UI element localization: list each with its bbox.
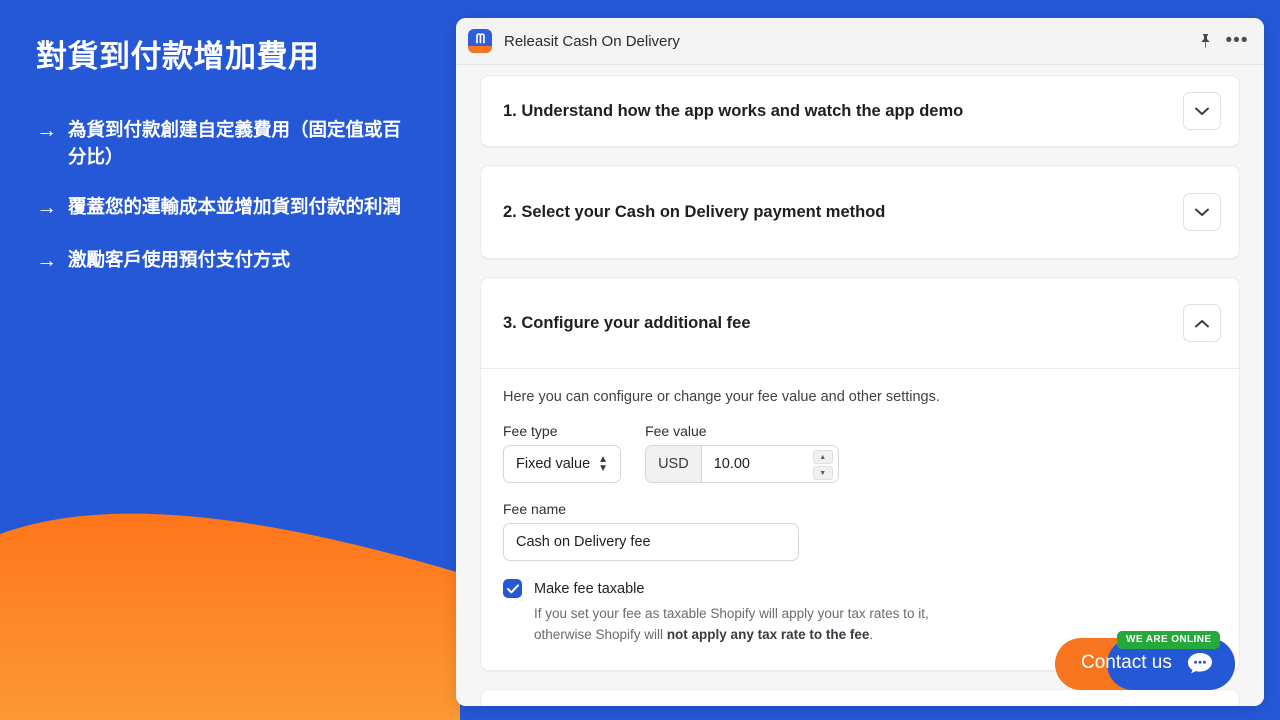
chat-online-badge: WE ARE ONLINE [1117,631,1221,649]
promo-title: 對貨到付款增加費用 [36,39,320,74]
accordion-section-2: 2. Select your Cash on Delivery payment … [480,165,1240,259]
accordion-header-1[interactable]: 1. Understand how the app works and watc… [481,76,1239,146]
accordion-section-3: 3. Configure your additional fee Here yo… [480,277,1240,671]
currency-prefix: USD [645,445,701,483]
chevron-up-glyph [1195,319,1209,327]
app-titlebar: ᗰ Releasit Cash On Delivery ••• [456,18,1264,65]
accordion-header-3[interactable]: 3. Configure your additional fee [481,278,1239,368]
promo-panel: 對貨到付款增加費用 → 為貨到付款創建自定義費用（固定值或百分比） → 覆蓋您的… [0,0,460,720]
promo-bullet-label: 為貨到付款創建自定義費用（固定值或百分比） [68,118,402,167]
releasit-app-icon: ᗰ [468,29,492,53]
accordion-section-4: 4. Contact us to update your Shopify not… [480,688,1240,706]
app-window: ᗰ Releasit Cash On Delivery ••• 1. Under… [456,18,1264,706]
promo-bullet-label: 覆蓋您的運輸成本並增加貨到付款的利潤 [68,196,402,218]
chevron-up-icon[interactable] [1183,304,1221,342]
arrow-right-icon: → [36,118,57,142]
arrow-right-icon: → [36,248,57,272]
fee-type-field: Fee type Fixed value ▲ ▼ [503,423,622,483]
promo-bullet: → 為貨到付款創建自定義費用（固定值或百分比） [36,117,430,171]
taxable-help-text: If you set your fee as taxable Shopify w… [534,604,964,646]
fee-value-input[interactable]: 10.00 ▲ ▼ [700,445,839,483]
check-icon [506,583,519,593]
fee-name-field: Fee name Cash on Delivery fee [503,501,1217,561]
accordion-section-1: 1. Understand how the app works and watc… [480,75,1240,147]
select-chevron-icon: ▲ ▼ [598,454,609,474]
fee-intro-text: Here you can configure or change your fe… [503,389,940,405]
accordion-header-2[interactable]: 2. Select your Cash on Delivery payment … [481,166,1239,258]
more-options-icon[interactable]: ••• [1224,28,1250,54]
arrow-right-icon: → [36,196,57,220]
promo-bullet: → 覆蓋您的運輸成本並增加貨到付款的利潤 [36,194,430,222]
taxable-help-bold: not apply any tax rate to the fee [666,626,870,642]
fee-type-select[interactable]: Fixed value ▲ ▼ [503,445,622,483]
fee-value-label: Fee value [645,423,707,439]
app-title: Releasit Cash On Delivery [504,32,680,50]
fee-name-input[interactable]: Cash on Delivery fee [503,523,799,561]
taxable-checkbox[interactable] [503,579,522,598]
promo-bullet: → 激勵客戶使用預付支付方式 [36,247,430,275]
fee-value-field: Fee value USD 10.00 ▲ ▼ [645,423,839,483]
stepper-down-button[interactable]: ▼ [812,466,833,480]
pin-glyph [1201,34,1209,49]
fee-config-body: Here you can configure or change your fe… [481,369,1239,670]
stepper-up-button[interactable]: ▲ [812,450,833,464]
section-title: 2. Select your Cash on Delivery payment … [503,202,886,221]
taxable-label: Make fee taxable [534,580,645,597]
promo-bullet-label: 激勵客戶使用預付支付方式 [68,248,291,270]
fee-type-label: Fee type [503,423,558,439]
section-title: 3. Configure your additional fee [503,313,751,332]
app-icon-stripe [468,46,492,53]
chat-widget[interactable]: Contact us WE ARE ONLINE [1055,631,1235,690]
chevron-down-icon[interactable] [1183,92,1221,130]
taxable-checkbox-row[interactable]: Make fee taxable [503,579,1217,598]
chat-bubble-icon [1188,653,1212,674]
fee-value-group: USD 10.00 ▲ ▼ [645,445,839,483]
chevron-down-icon[interactable] [1183,193,1221,231]
taxable-help-suffix: . [869,626,874,642]
fee-name-label: Fee name [503,501,567,517]
accordion-header-4[interactable]: 4. Contact us to update your Shopify not… [481,690,1239,706]
app-icon-mark: ᗰ [475,31,485,46]
orange-wave-decoration [0,513,460,720]
fee-fields-row: Fee type Fixed value ▲ ▼ Fee value USD 10… [503,423,1217,483]
chat-label: Contact us [1081,652,1172,673]
chevron-down-glyph [1195,208,1209,216]
chevron-down-glyph [1195,107,1209,115]
quantity-stepper[interactable]: ▲ ▼ [812,450,833,480]
app-content: 1. Understand how the app works and watc… [456,65,1264,706]
pin-icon[interactable] [1192,28,1218,54]
fee-value-text: 10.00 [713,456,750,472]
section-title: 1. Understand how the app works and watc… [503,101,964,120]
fee-type-value: Fixed value [516,456,591,472]
